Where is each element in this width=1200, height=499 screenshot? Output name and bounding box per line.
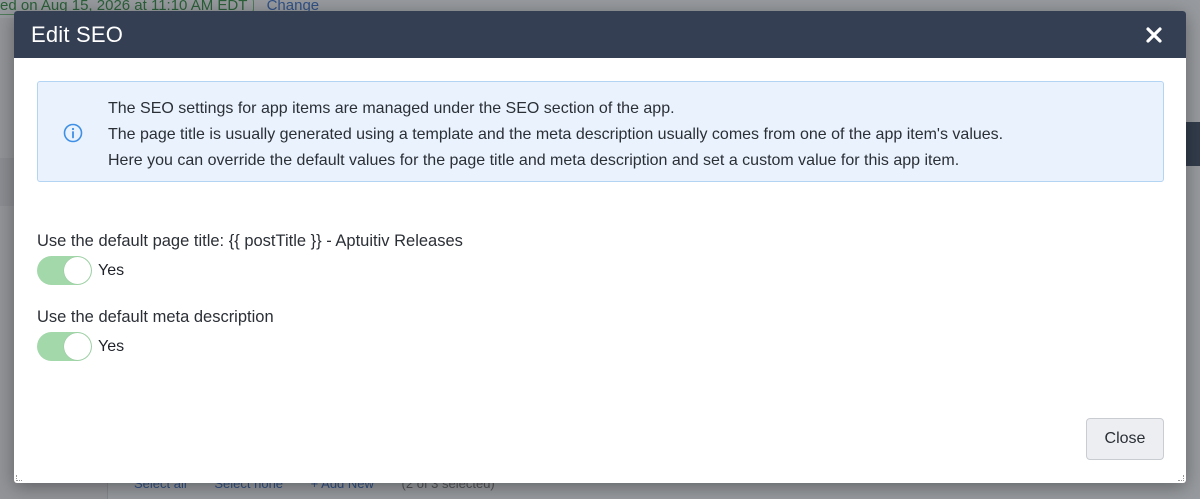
setting-label: Use the default meta description (37, 308, 274, 326)
meta-description-toggle[interactable] (37, 332, 92, 361)
modal-title: Edit SEO (31, 21, 124, 47)
close-x-icon[interactable] (1140, 21, 1168, 49)
info-text: The SEO settings for app items are manag… (108, 96, 1003, 174)
toggle-knob (64, 333, 91, 360)
info-line: The SEO settings for app items are manag… (108, 100, 675, 117)
setting-label: Use the default page title: {{ postTitle… (37, 232, 463, 250)
close-button[interactable]: Close (1086, 418, 1164, 460)
resize-handle-right[interactable] (1178, 475, 1184, 481)
modal-header: Edit SEO (14, 11, 1186, 58)
toggle-knob (64, 257, 91, 284)
toggle-row: Yes (37, 256, 463, 285)
info-circle-icon (63, 123, 83, 148)
info-line: Here you can override the default values… (108, 152, 960, 169)
page-title-toggle[interactable] (37, 256, 92, 285)
info-alert: The SEO settings for app items are manag… (37, 81, 1164, 182)
toggle-row: Yes (37, 332, 274, 361)
resize-handle-left[interactable] (16, 475, 22, 481)
setting-default-page-title: Use the default page title: {{ postTitle… (37, 231, 463, 285)
setting-default-meta-description: Use the default meta description Yes (37, 307, 274, 361)
toggle-state-label: Yes (98, 261, 125, 279)
edit-seo-modal: Edit SEO The SEO settings for app items … (14, 11, 1186, 483)
toggle-state-label: Yes (98, 337, 125, 355)
info-line: The page title is usually generated usin… (108, 126, 1004, 143)
